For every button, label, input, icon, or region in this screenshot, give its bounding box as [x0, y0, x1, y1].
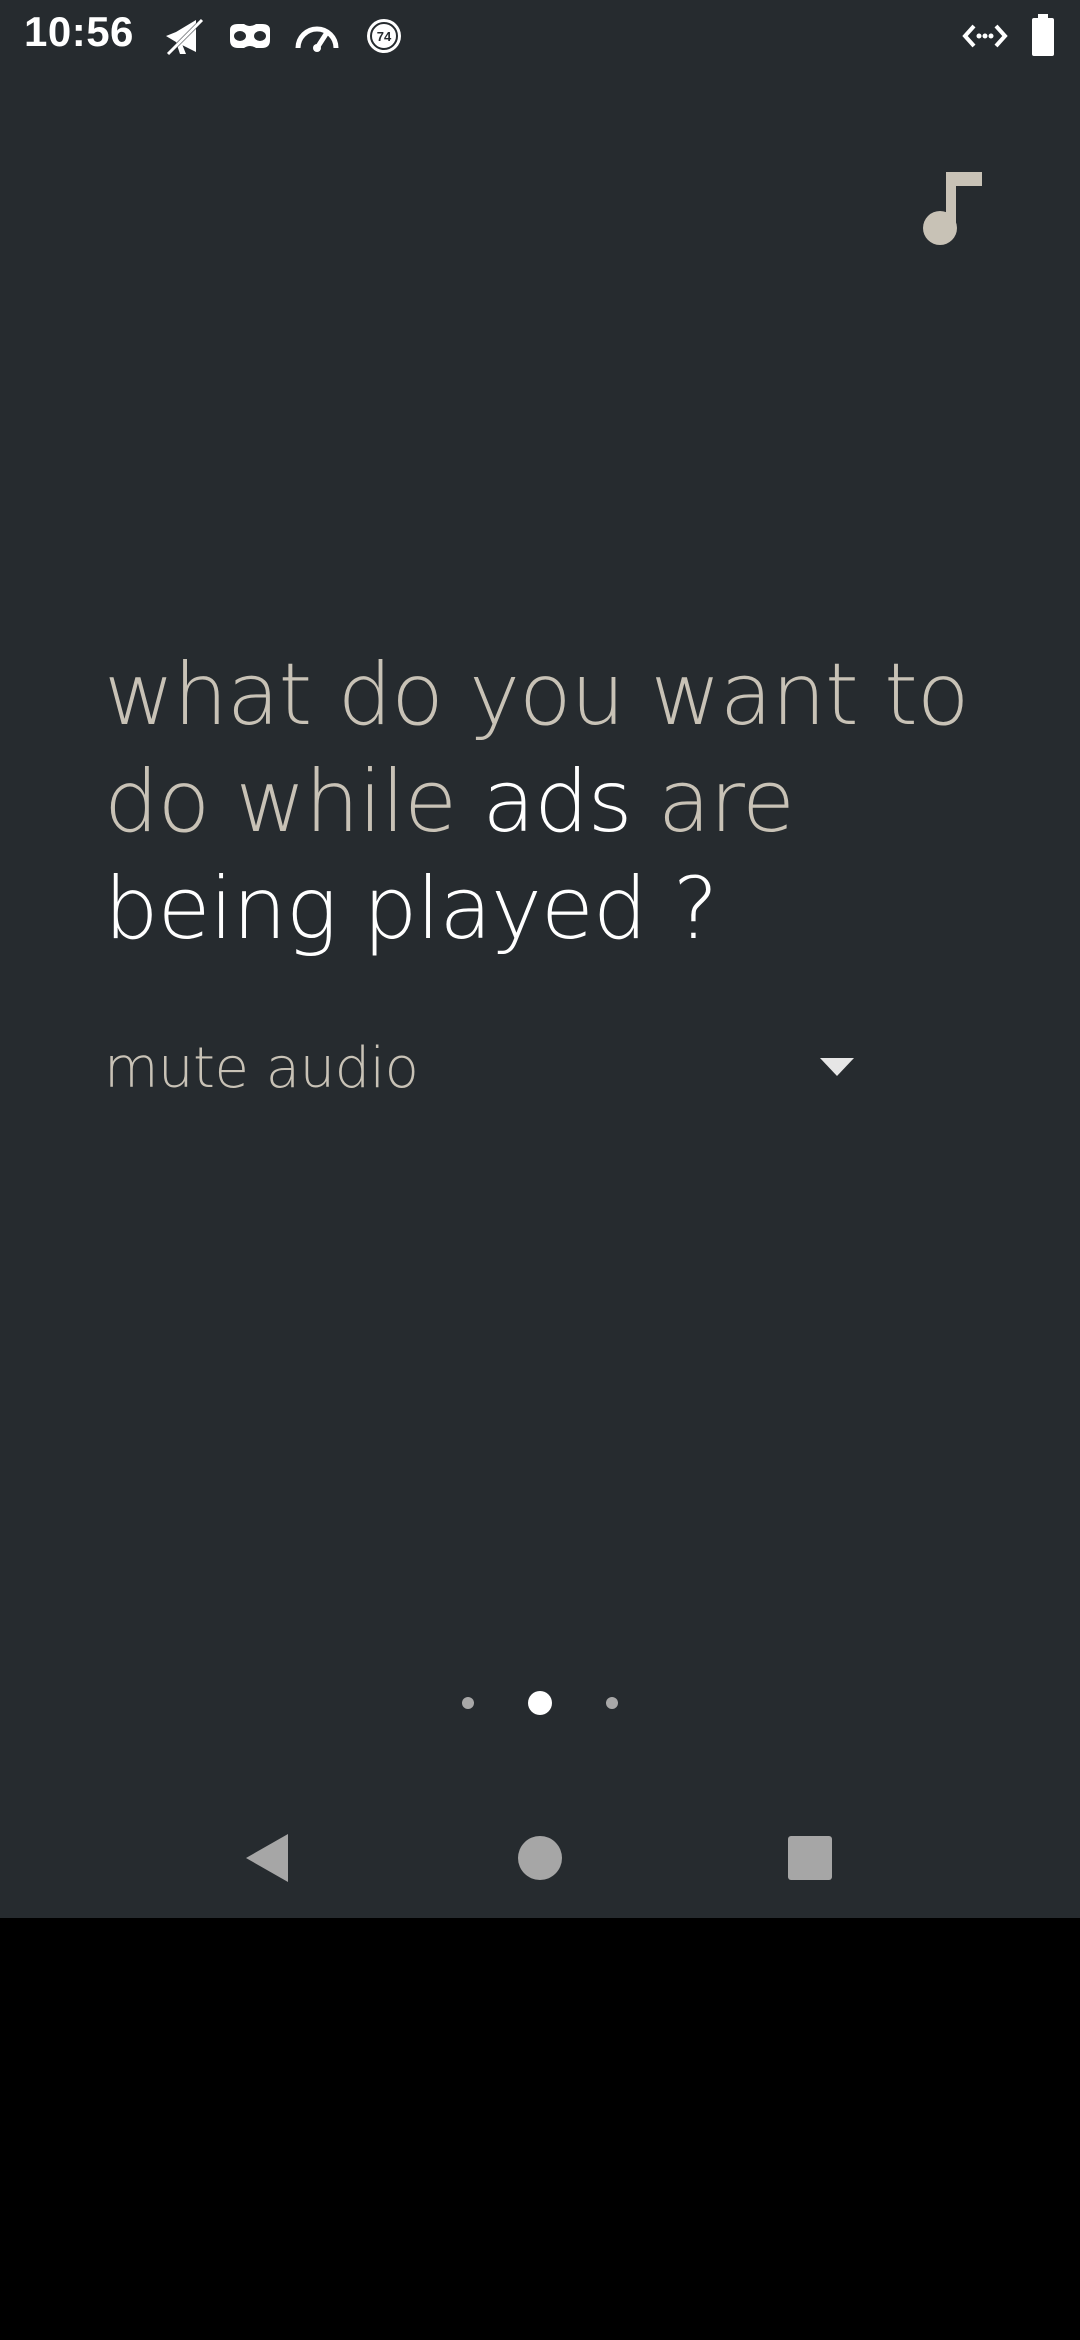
svg-text:74: 74 — [377, 29, 392, 44]
question-text-part2: are — [631, 752, 795, 852]
chevron-down-icon — [820, 1058, 854, 1076]
status-bar: 10:56 74 — [0, 0, 1080, 72]
back-button[interactable] — [232, 1822, 304, 1894]
speedometer-icon — [294, 14, 339, 58]
megaphone-icon — [162, 14, 206, 58]
music-note-icon — [923, 172, 982, 245]
back-triangle-icon — [246, 1834, 288, 1882]
battery-icon — [1030, 14, 1056, 58]
ad-action-dropdown[interactable]: mute audio — [104, 1036, 864, 1110]
home-button[interactable] — [504, 1822, 576, 1894]
question-highlight-ads: ads — [482, 752, 632, 852]
status-time: 10:56 — [24, 8, 134, 55]
dropdown-selected-value: mute audio — [104, 1036, 419, 1101]
navigation-bar — [0, 1800, 1080, 1918]
page-indicator — [0, 1688, 1080, 1718]
recents-button[interactable] — [774, 1822, 846, 1894]
question-heading: what do you want to do while ads are bei… — [104, 642, 984, 963]
recents-square-icon — [788, 1836, 832, 1880]
page-dot-3[interactable] — [606, 1697, 618, 1709]
home-circle-icon — [518, 1836, 562, 1880]
code-icon — [962, 14, 1008, 58]
page-dot-2-active[interactable] — [528, 1691, 552, 1715]
app-screen: 10:56 74 what do you want to do while ad… — [0, 0, 1080, 1918]
page-dot-1[interactable] — [462, 1697, 474, 1709]
mask-icon — [228, 14, 272, 58]
music-button[interactable] — [916, 168, 996, 248]
badge-74-icon: 74 — [362, 14, 406, 58]
question-highlight-being-played: being played ? — [104, 859, 718, 959]
